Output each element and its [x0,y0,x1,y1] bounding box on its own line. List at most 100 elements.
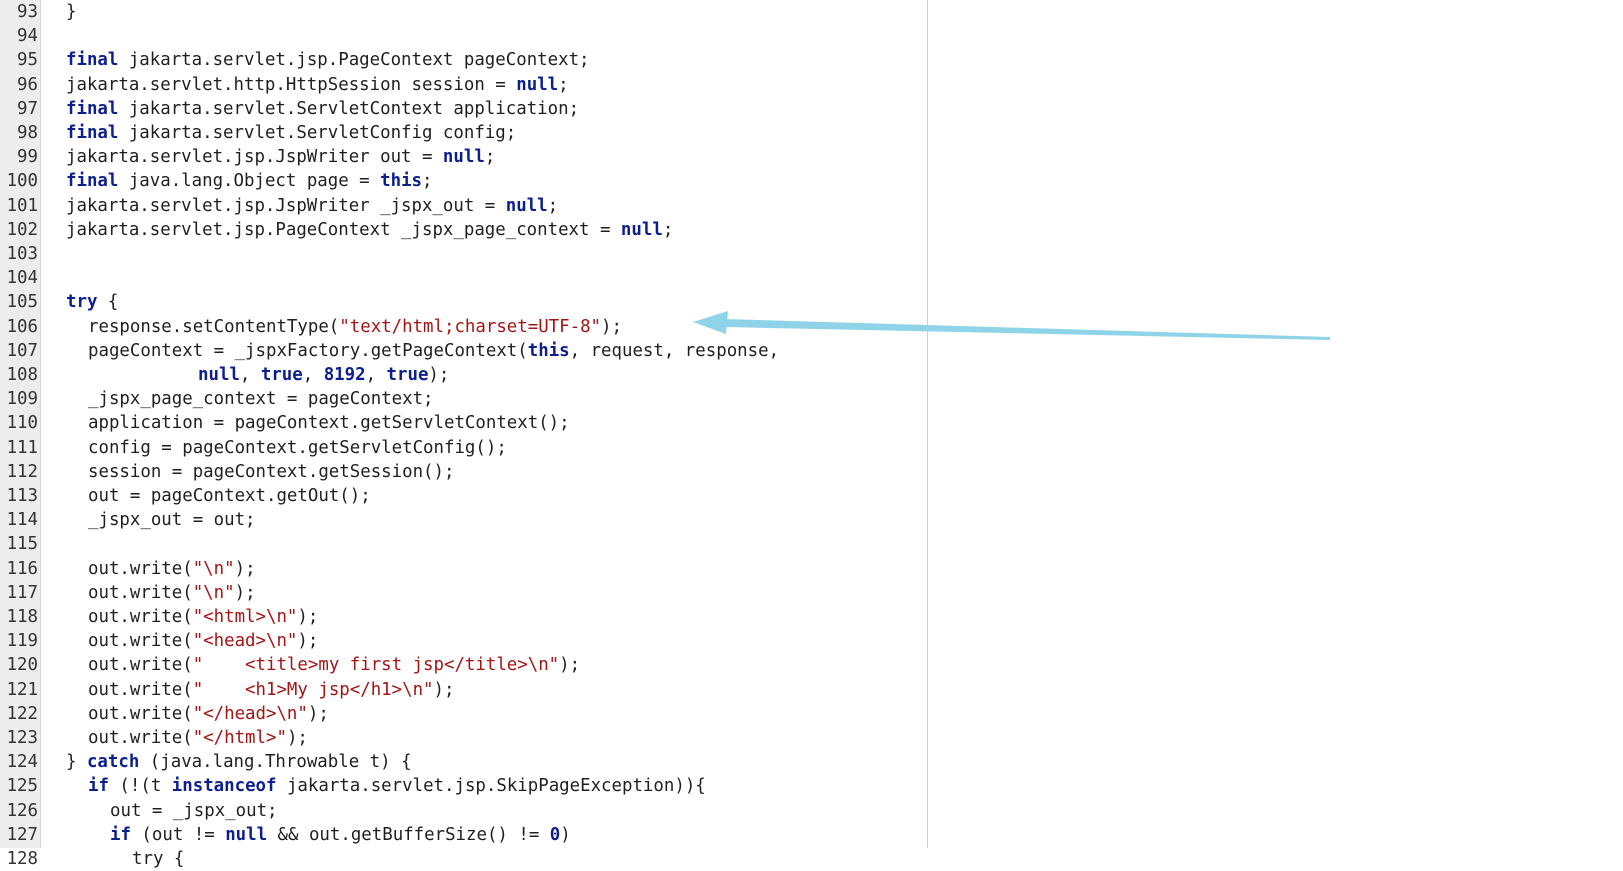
code-line[interactable]: 117 out.write("\n"); [0,581,256,605]
code-line[interactable]: 127 if (out != null && out.getBufferSize(… [0,823,571,847]
code-line[interactable]: 110 application = pageContext.getServletC… [0,411,570,435]
code-line[interactable]: 114 _jspx_out = out; [0,508,256,532]
line-number: 96 [17,74,38,95]
code-line[interactable]: 109 _jspx_page_context = pageContext; [0,387,434,411]
code-token: _jspx_page_context = pageContext; [88,389,434,410]
line-number: 123 [6,728,38,748]
code-text: config = pageContext.getServletConfig(); [88,436,507,460]
code-line[interactable]: 125 if (!(t instanceof jakarta.servlet.js… [0,774,706,798]
code-text: } [66,0,76,24]
code-line[interactable]: 124} catch (java.lang.Throwable t) { [0,750,412,774]
line-number: 120 [6,655,38,676]
line-number: 103 [6,244,38,264]
line-number: 114 [6,510,38,531]
line-number: 115 [6,534,38,555]
code-line[interactable]: 121 out.write(" <h1>My jsp</h1>\n"); [0,678,455,702]
line-number: 128 [6,849,38,869]
code-token: jakarta.servlet.jsp.SkipPageException)){ [276,776,706,797]
keyword-token: try [66,292,98,313]
line-number: 95 [17,50,38,71]
code-text: null, true, 8192, true); [198,363,449,387]
line-number: 108 [6,365,38,385]
line-number: 97 [17,98,38,119]
code-token: ); [307,703,329,724]
code-line[interactable]: 97 final jakarta.servlet.ServletContext a… [0,97,579,121]
code-line[interactable]: 100 final java.lang.Object page = this; [0,169,433,193]
keyword-token: 8192 [323,365,366,385]
string-token: "text/html;charset=UTF-8" [339,316,602,337]
code-token: jakarta.servlet.jsp.JspWriter _jspx_out … [66,195,506,216]
code-text: out.write("<head>\n"); [88,629,318,653]
line-number: 99 [17,147,38,168]
line-number: 98 [17,123,38,143]
code-token: pageContext = _jspxFactory.getPageContex… [88,340,528,361]
code-line[interactable]: 108 null, true, 8192, true); [0,363,450,387]
code-token: (java.lang.Throwable t) { [139,752,412,773]
code-text: out.write("\n"); [88,557,256,581]
code-line[interactable]: 94 [0,24,38,48]
string-token: "\n" [192,582,235,603]
keyword-token: null [505,195,548,216]
line-number: 100 [6,171,38,192]
code-line[interactable]: 123 out.write("</html>"); [0,726,308,750]
string-token: "</head>\n" [192,703,308,724]
code-line[interactable]: 98 final jakarta.servlet.ServletConfig co… [0,121,516,145]
keyword-token: true [260,365,303,385]
code-editor[interactable]: 93} 94 95 final jakarta.servlet.jsp.PageCon… [0,0,1623,869]
code-token: ); [286,728,308,748]
keyword-token: if [110,824,131,845]
keyword-token: final [66,123,119,143]
code-text: try { [132,847,184,871]
code-text: jakarta.servlet.jsp.JspWriter _jspx_out … [66,194,558,218]
code-line[interactable]: 111 config = pageContext.getServletConfig… [0,436,507,460]
code-token: ); [601,316,622,337]
code-line[interactable]: 107 pageContext = _jspxFactory.getPageCon… [0,339,779,363]
code-line[interactable]: 113 out = pageContext.getOut(); [0,484,371,508]
code-line[interactable]: 126 out = _jspx_out; [0,799,278,823]
code-text: out.write(" <title>my first jsp</title>\… [88,653,580,677]
code-line[interactable]: 128 try { [0,847,185,871]
code-token: ); [297,631,319,652]
code-text: jakarta.servlet.http.HttpSession session… [66,73,569,97]
annotation-arrow-shaft [724,319,1330,340]
code-token: out.write( [88,558,193,579]
code-text: final jakarta.servlet.ServletConfig conf… [66,121,516,145]
print-margin-line [927,0,928,848]
code-line[interactable]: 112 session = pageContext.getSession(); [0,460,455,484]
code-token: try { [132,849,185,869]
keyword-token: catch [86,752,140,773]
code-line[interactable]: 103 [0,242,38,266]
line-number: 106 [6,316,38,337]
code-text: out.write("</head>\n"); [88,702,329,726]
code-text: jakarta.servlet.jsp.PageContext _jspx_pa… [66,218,673,242]
line-number: 126 [6,800,38,821]
code-line[interactable]: 120 out.write(" <title>my first jsp</titl… [0,653,581,677]
code-line[interactable]: 102 jakarta.servlet.jsp.PageContext _jspx… [0,218,674,242]
code-token: ) [560,824,571,845]
code-line[interactable]: 106 response.setContentType("text/html;ch… [0,315,622,339]
code-line[interactable]: 119 out.write("<head>\n"); [0,629,319,653]
code-line[interactable]: 101 jakarta.servlet.jsp.JspWriter _jspx_o… [0,194,559,218]
keyword-token: final [66,98,119,119]
code-text: pageContext = _jspxFactory.getPageContex… [88,339,779,363]
code-text: jakarta.servlet.jsp.JspWriter out = null… [66,145,495,169]
code-token: ); [234,558,256,579]
code-line[interactable]: 122 out.write("</head>\n"); [0,702,329,726]
code-token: ); [559,655,581,676]
code-line[interactable]: 118 out.write("<html>\n"); [0,605,319,629]
code-line[interactable]: 104 [0,266,38,290]
code-line[interactable]: 96 jakarta.servlet.http.HttpSession sessi… [0,73,569,97]
code-line[interactable]: 95 final jakarta.servlet.jsp.PageContext … [0,48,589,72]
line-number: 112 [6,461,38,482]
string-token: "\n" [192,558,235,579]
keyword-token: 0 [549,824,561,845]
keyword-token: null [620,219,663,240]
line-number: 107 [6,340,38,361]
code-line[interactable]: 93} [0,0,76,24]
code-line[interactable]: 99 jakarta.servlet.jsp.JspWriter out = nu… [0,145,495,169]
line-number: 94 [17,26,38,47]
code-line[interactable]: 105 try { [0,290,119,314]
code-line[interactable]: 116 out.write("\n"); [0,557,256,581]
annotation-arrow-head [693,311,728,334]
code-line[interactable]: 115 [0,532,38,556]
